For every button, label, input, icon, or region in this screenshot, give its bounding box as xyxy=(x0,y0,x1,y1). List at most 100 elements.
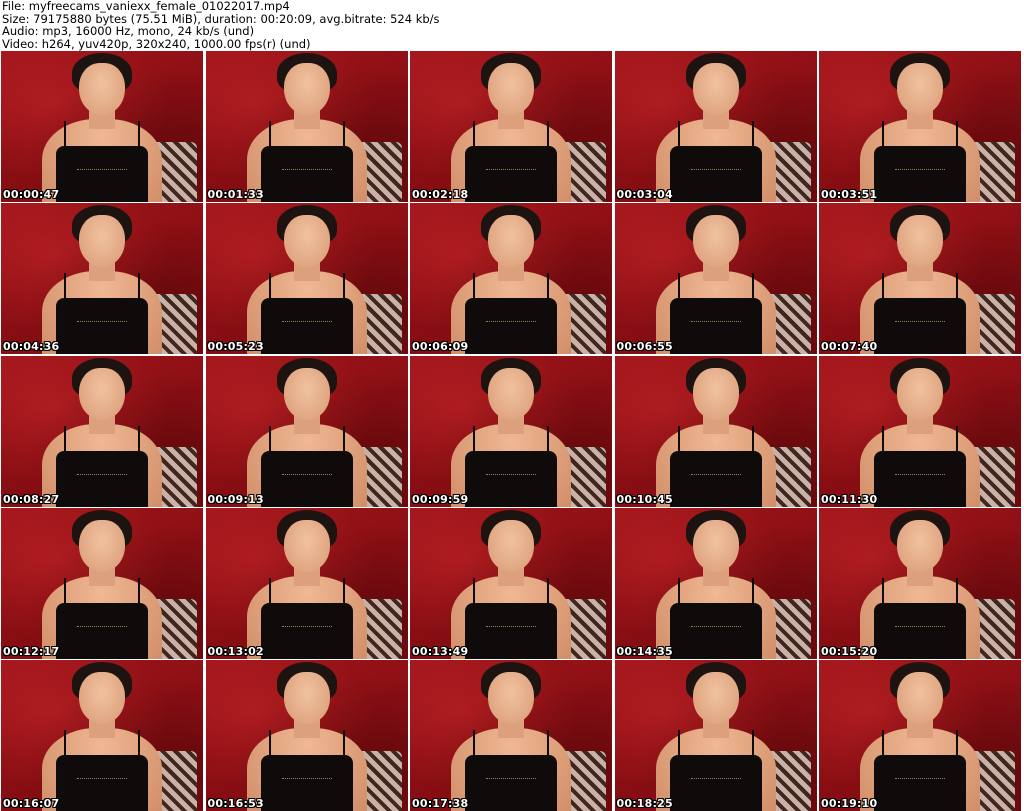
video-thumbnail: 00:14:35 xyxy=(614,507,817,659)
top-print-shape xyxy=(77,625,127,630)
strap-l-shape xyxy=(677,577,680,608)
face-shape xyxy=(488,367,534,420)
face-shape xyxy=(488,519,534,572)
top-print-shape xyxy=(895,321,945,325)
video-thumbnail: 00:09:59 xyxy=(410,355,612,507)
video-thumbnail: 00:13:49 xyxy=(410,507,612,659)
top-print-shape xyxy=(895,778,945,782)
face-shape xyxy=(283,672,330,724)
video-thumbnail: 00:06:09 xyxy=(410,203,612,355)
timestamp-label: 00:03:04 xyxy=(616,188,673,201)
strap-l-shape xyxy=(268,425,271,456)
person-figure xyxy=(631,508,801,659)
timestamp-label: 00:18:25 xyxy=(616,797,673,810)
face-shape xyxy=(488,63,534,115)
top-shape xyxy=(669,450,762,507)
video-thumbnail: 00:15:20 xyxy=(819,507,1021,659)
strap-l-shape xyxy=(677,273,680,304)
strap-r-shape xyxy=(138,577,140,608)
top-shape xyxy=(260,450,353,507)
timestamp-label: 00:02:18 xyxy=(412,188,469,201)
face-shape xyxy=(692,519,739,572)
strap-l-shape xyxy=(473,121,475,151)
top-shape xyxy=(669,146,762,202)
timestamp-label: 00:13:02 xyxy=(207,644,264,658)
timestamp-label: 00:06:55 xyxy=(616,340,673,354)
top-shape xyxy=(56,602,148,659)
video-thumbnail: 00:02:18 xyxy=(410,51,612,202)
top-print-shape xyxy=(486,625,536,630)
face-shape xyxy=(488,215,534,268)
top-print-shape xyxy=(77,778,127,782)
person-figure xyxy=(835,203,1005,355)
video-thumbnail: 00:17:38 xyxy=(410,660,612,811)
person-figure xyxy=(222,356,392,507)
video-thumbnail: 00:09:13 xyxy=(205,355,408,507)
timestamp-label: 00:17:38 xyxy=(412,797,469,810)
person-figure xyxy=(222,203,392,355)
face-shape xyxy=(79,215,125,268)
face-shape xyxy=(897,519,943,572)
strap-r-shape xyxy=(547,577,549,608)
face-shape xyxy=(897,63,943,115)
timestamp-label: 00:04:36 xyxy=(3,340,60,354)
person-figure xyxy=(631,51,801,202)
face-shape xyxy=(283,63,330,115)
top-print-shape xyxy=(486,473,536,478)
strap-l-shape xyxy=(882,121,884,151)
timestamp-label: 00:12:17 xyxy=(3,644,60,658)
face-shape xyxy=(897,215,943,268)
top-shape xyxy=(874,298,966,355)
top-shape xyxy=(874,450,966,507)
strap-l-shape xyxy=(473,577,475,608)
top-shape xyxy=(669,602,762,659)
top-print-shape xyxy=(281,778,332,782)
strap-l-shape xyxy=(268,577,271,608)
person-figure xyxy=(426,203,596,355)
face-shape xyxy=(897,672,943,724)
person-figure xyxy=(222,51,392,202)
timestamp-label: 00:13:49 xyxy=(412,644,469,658)
audio-info-line: Audio: mp3, 16000 Hz, mono, 24 kb/s (und… xyxy=(2,24,255,38)
strap-l-shape xyxy=(64,577,66,608)
person-figure xyxy=(17,203,187,355)
person-figure xyxy=(426,508,596,659)
person-figure xyxy=(631,356,801,507)
top-print-shape xyxy=(690,169,741,173)
strap-r-shape xyxy=(751,730,754,760)
top-print-shape xyxy=(281,169,332,173)
video-thumbnail: 00:13:02 xyxy=(205,507,408,659)
video-thumbnail: 00:18:25 xyxy=(614,660,817,811)
strap-r-shape xyxy=(342,425,345,456)
video-thumbnail: 00:05:23 xyxy=(205,203,408,355)
video-thumbnail: 00:04:36 xyxy=(1,203,203,355)
face-shape xyxy=(897,367,943,420)
top-print-shape xyxy=(281,321,332,325)
top-shape xyxy=(465,146,557,202)
person-figure xyxy=(426,51,596,202)
video-thumbnail: 00:03:51 xyxy=(819,51,1021,202)
strap-r-shape xyxy=(138,425,140,456)
top-shape xyxy=(874,146,966,202)
file-info-header: File: myfreecams_vaniexx_female_01022017… xyxy=(0,0,1024,51)
strap-l-shape xyxy=(677,425,680,456)
top-shape xyxy=(56,755,148,811)
top-print-shape xyxy=(486,778,536,782)
person-figure xyxy=(17,356,187,507)
person-figure xyxy=(426,356,596,507)
strap-l-shape xyxy=(268,273,271,304)
top-shape xyxy=(260,146,353,202)
person-figure xyxy=(222,508,392,659)
timestamp-label: 00:09:13 xyxy=(207,492,264,506)
timestamp-label: 00:10:45 xyxy=(616,492,673,506)
timestamp-label: 00:14:35 xyxy=(616,644,673,658)
top-print-shape xyxy=(895,169,945,173)
strap-r-shape xyxy=(547,425,549,456)
top-print-shape xyxy=(690,473,741,478)
top-print-shape xyxy=(895,625,945,630)
strap-l-shape xyxy=(473,273,475,304)
strap-r-shape xyxy=(342,273,345,304)
video-thumbnail: 00:03:04 xyxy=(614,51,817,202)
strap-r-shape xyxy=(138,273,140,304)
strap-l-shape xyxy=(64,121,66,151)
